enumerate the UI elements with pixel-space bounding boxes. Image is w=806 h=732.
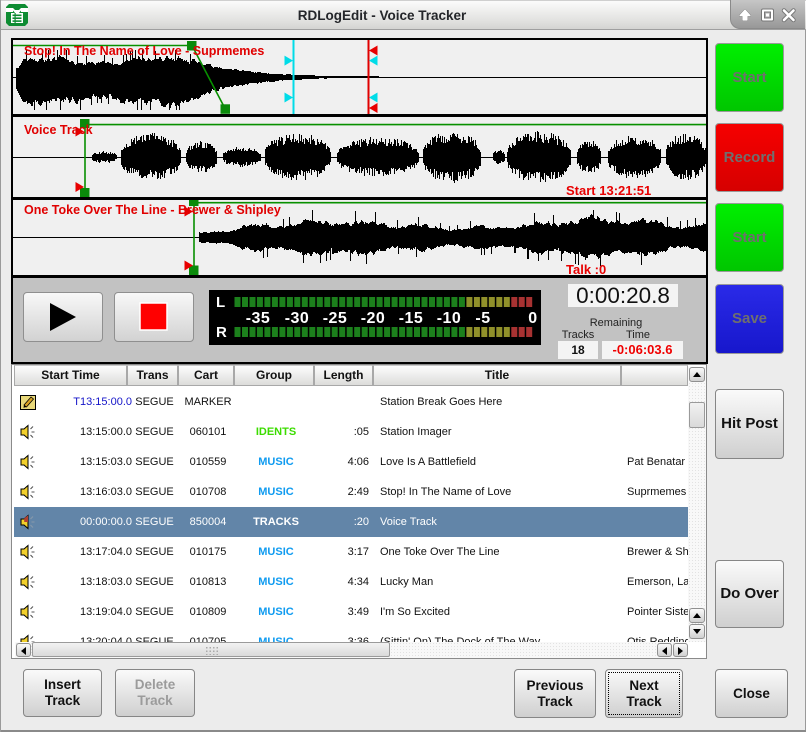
svg-text:-20: -20 bbox=[361, 310, 386, 327]
svg-text:-5: -5 bbox=[475, 310, 490, 327]
svg-text:-35: -35 bbox=[246, 310, 271, 327]
svg-text:-25: -25 bbox=[323, 310, 348, 327]
svg-text:R: R bbox=[216, 324, 227, 341]
svg-text:-15: -15 bbox=[399, 310, 424, 327]
svg-text:L: L bbox=[216, 294, 225, 311]
svg-text:-30: -30 bbox=[285, 310, 310, 327]
svg-text:0: 0 bbox=[528, 310, 537, 327]
svg-text:-10: -10 bbox=[437, 310, 462, 327]
